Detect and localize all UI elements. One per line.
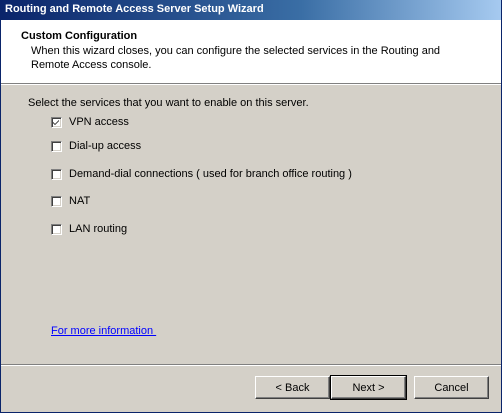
header-divider (1, 83, 501, 85)
page-title: Custom Configuration (21, 30, 138, 42)
option-label: VPN access (69, 116, 129, 128)
title-bar[interactable]: Routing and Remote Access Server Setup W… (1, 0, 501, 20)
option-label: NAT (69, 195, 91, 207)
option-nat[interactable]: NAT (51, 194, 90, 208)
nat-checkbox[interactable] (51, 195, 62, 207)
option-label: Demand-dial connections ( used for branc… (69, 168, 352, 180)
lan-routing-checkbox[interactable] (51, 223, 62, 235)
option-label: LAN routing (69, 223, 128, 235)
more-info-link[interactable]: For more information (51, 325, 156, 337)
checkmark-icon (53, 119, 59, 125)
services-prompt: Select the services that you want to ena… (28, 97, 309, 109)
option-dial-up-access[interactable]: Dial-up access (51, 139, 141, 153)
option-label: Dial-up access (69, 140, 142, 152)
next-button[interactable]: Next > (330, 375, 407, 400)
page-description: When this wizard closes, you can configu… (31, 45, 441, 71)
back-button[interactable]: < Back (255, 376, 330, 399)
option-vpn-access[interactable]: VPN access (51, 115, 129, 129)
demand-dial-checkbox[interactable] (51, 168, 62, 180)
cancel-button[interactable]: Cancel (414, 376, 489, 399)
vpn-access-checkbox[interactable] (51, 116, 62, 128)
header-panel: Custom Configuration When this wizard cl… (1, 20, 501, 83)
dial-up-access-checkbox[interactable] (51, 140, 62, 152)
wizard-window: Routing and Remote Access Server Setup W… (0, 0, 502, 413)
option-lan-routing[interactable]: LAN routing (51, 222, 127, 236)
window-title: Routing and Remote Access Server Setup W… (5, 3, 264, 15)
footer-divider (1, 364, 501, 366)
option-demand-dial[interactable]: Demand-dial connections ( used for branc… (51, 167, 352, 181)
